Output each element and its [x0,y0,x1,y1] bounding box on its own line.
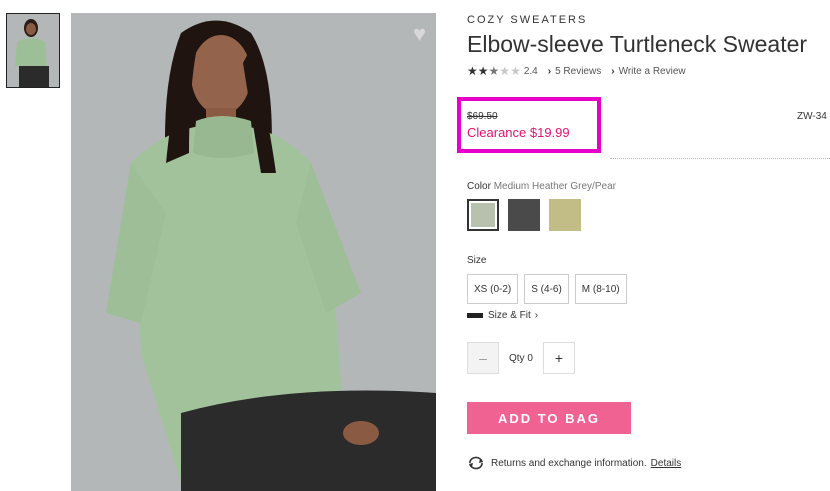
color-label-text: Color [467,181,491,192]
returns-text: Returns and exchange information. [491,457,647,469]
heart-icon[interactable]: ♥ [413,21,426,47]
clearance-price: Clearance $19.99 [467,125,570,140]
star-icon: ★ [467,64,478,78]
ruler-icon [467,313,483,318]
product-thumbnail[interactable] [6,13,60,88]
returns-info: Returns and exchange information. Detail… [467,456,681,470]
quantity-increase-button[interactable]: + [542,342,575,374]
size-option-m[interactable]: M (8-10) [574,274,627,304]
product-title: Elbow-sleeve Turtleneck Sweater [467,31,808,57]
quantity-stepper: – Qty 0 + [467,342,575,374]
size-fit-label: Size & Fit [488,310,531,321]
divider [610,158,830,159]
add-to-bag-button[interactable]: ADD TO BAG [467,402,631,434]
color-selected-value: Medium Heather Grey/Pear [493,181,616,192]
star-icon: ★ [499,64,511,78]
brand-name[interactable]: COZY SWEATERS [467,14,587,26]
returns-details-link[interactable]: Details [651,458,682,469]
original-price: $69.50 [467,111,498,122]
product-sku: ZW-34 [797,111,827,122]
star-half-icon: ★ [488,64,500,78]
size-fit-link[interactable]: Size & Fit › [467,310,538,321]
size-options: XS (0-2) S (4-6) M (8-10) [467,274,627,304]
chevron-right-icon: › [534,310,539,321]
quantity-label: Qty 0 [509,353,533,364]
chevron-right-icon: › [547,65,552,77]
color-swatches [467,199,581,231]
rating-stars: ★ ★ ★ ★ ★ [467,64,521,78]
star-icon: ★ [510,64,521,78]
color-label: Color Medium Heather Grey/Pear [467,181,616,192]
size-option-xs[interactable]: XS (0-2) [467,274,519,304]
model-photo [71,13,436,491]
write-review-link[interactable]: Write a Review [619,66,686,77]
thumbnail-image [7,14,59,87]
returns-icon [469,456,483,470]
color-swatch[interactable] [508,199,540,231]
chevron-right-icon: › [611,65,615,77]
quantity-value: 0 [527,352,533,364]
rating-row: ★ ★ ★ ★ ★ 2.4 › 5 Reviews › Write a Revi… [467,64,686,78]
color-swatch[interactable] [549,199,581,231]
size-option-s[interactable]: S (4-6) [524,274,569,304]
size-label: Size [467,255,487,266]
reviews-link[interactable]: 5 Reviews [555,66,601,77]
quantity-label-text: Qty [509,352,525,364]
star-icon: ★ [477,64,489,78]
rating-value: 2.4 [523,65,538,77]
color-swatch[interactable] [467,199,499,231]
quantity-decrease-button[interactable]: – [467,342,499,374]
product-image: ♥ [71,13,436,491]
